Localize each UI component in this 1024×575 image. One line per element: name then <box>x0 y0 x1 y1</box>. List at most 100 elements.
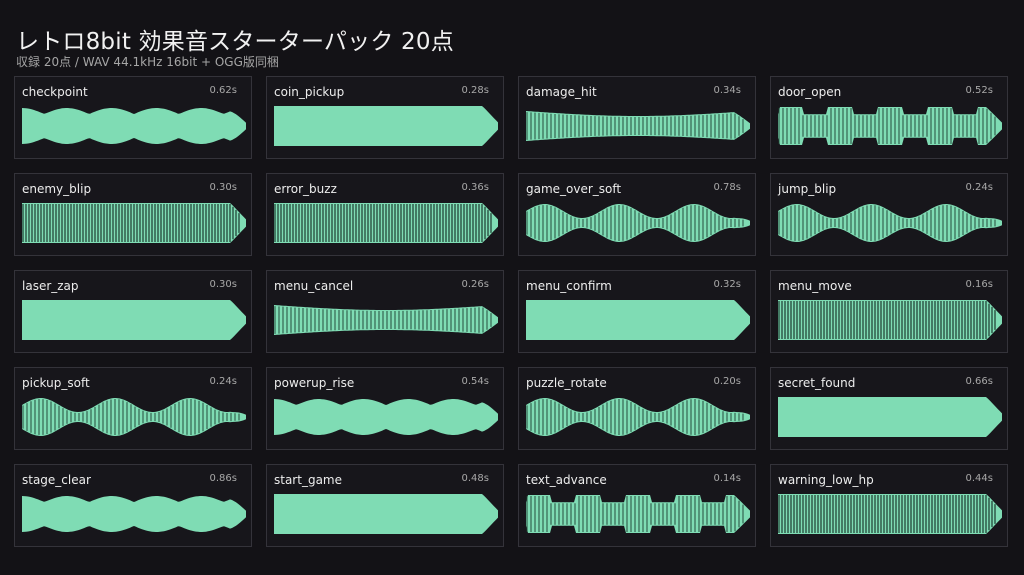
sound-card-start-game[interactable]: start_game 0.48s <box>266 464 504 547</box>
waveform-envelope <box>778 397 1002 437</box>
page-title: レトロ8bit 効果音スターターパック 20点 <box>16 29 454 55</box>
sound-name: warning_low_hp <box>778 473 874 487</box>
sound-name: coin_pickup <box>274 85 345 99</box>
sound-card-warning-low-hp[interactable]: warning_low_hp 0.44s <box>770 464 1008 547</box>
sound-card-damage-hit[interactable]: damage_hit 0.34s <box>518 76 756 159</box>
waveform <box>274 494 498 534</box>
sound-card-menu-move[interactable]: menu_move 0.16s <box>770 270 1008 353</box>
sound-name: menu_move <box>778 279 852 293</box>
sound-duration: 0.66s <box>965 376 993 387</box>
waveform <box>778 397 1002 437</box>
waveform <box>526 111 750 141</box>
waveform-stripes <box>526 496 744 532</box>
sound-card-menu-cancel[interactable]: menu_cancel 0.26s <box>266 270 504 353</box>
sound-name: menu_confirm <box>526 279 612 293</box>
sound-name: pickup_soft <box>22 376 90 390</box>
sound-name: error_buzz <box>274 182 337 196</box>
sound-duration: 0.34s <box>713 85 741 96</box>
sound-grid: checkpoint 0.62s coin_pickup 0.28s damag… <box>14 76 1010 551</box>
sound-card-stage-clear[interactable]: stage_clear 0.86s <box>14 464 252 547</box>
waveform <box>778 107 1002 145</box>
sound-card-laser-zap[interactable]: laser_zap 0.30s <box>14 270 252 353</box>
waveform-envelope <box>778 107 1002 145</box>
sound-name: laser_zap <box>22 279 79 293</box>
sound-duration: 0.20s <box>713 376 741 387</box>
sound-card-coin-pickup[interactable]: coin_pickup 0.28s <box>266 76 504 159</box>
sound-card-puzzle-rotate[interactable]: puzzle_rotate 0.20s <box>518 367 756 450</box>
sound-duration: 0.24s <box>965 182 993 193</box>
waveform-envelope <box>274 305 498 335</box>
waveform-envelope <box>22 398 246 436</box>
sound-card-checkpoint[interactable]: checkpoint 0.62s <box>14 76 252 159</box>
waveform <box>22 300 246 340</box>
waveform <box>526 300 750 340</box>
sound-duration: 0.28s <box>461 85 489 96</box>
sound-name: puzzle_rotate <box>526 376 607 390</box>
waveform <box>778 300 1002 340</box>
sound-name: door_open <box>778 85 842 99</box>
waveform-envelope <box>526 495 750 533</box>
waveform-envelope <box>526 398 750 436</box>
waveform <box>274 203 498 243</box>
sound-duration: 0.62s <box>209 85 237 96</box>
sound-duration: 0.14s <box>713 473 741 484</box>
sound-duration: 0.78s <box>713 182 741 193</box>
sound-duration: 0.30s <box>209 182 237 193</box>
waveform <box>526 204 750 242</box>
sound-duration: 0.26s <box>461 279 489 290</box>
waveform-stripes <box>778 108 996 144</box>
sound-card-text-advance[interactable]: text_advance 0.14s <box>518 464 756 547</box>
sound-card-jump-blip[interactable]: jump_blip 0.24s <box>770 173 1008 256</box>
sound-card-menu-confirm[interactable]: menu_confirm 0.32s <box>518 270 756 353</box>
sound-name: damage_hit <box>526 85 597 99</box>
sound-duration: 0.36s <box>461 182 489 193</box>
waveform <box>22 108 246 144</box>
sound-card-powerup-rise[interactable]: powerup_rise 0.54s <box>266 367 504 450</box>
sound-duration: 0.52s <box>965 85 993 96</box>
waveform <box>778 204 1002 242</box>
waveform <box>22 496 246 532</box>
waveform-envelope <box>22 300 246 340</box>
sound-duration: 0.32s <box>713 279 741 290</box>
sound-name: stage_clear <box>22 473 91 487</box>
sound-name: secret_found <box>778 376 856 390</box>
waveform <box>526 398 750 436</box>
waveform <box>274 305 498 335</box>
waveform <box>274 399 498 435</box>
waveform <box>22 203 246 243</box>
sound-card-secret-found[interactable]: secret_found 0.66s <box>770 367 1008 450</box>
sound-duration: 0.44s <box>965 473 993 484</box>
waveform-stripes <box>778 495 996 533</box>
waveform <box>274 106 498 146</box>
sound-name: game_over_soft <box>526 182 622 196</box>
sound-card-enemy-blip[interactable]: enemy_blip 0.30s <box>14 173 252 256</box>
waveform-envelope <box>22 108 246 144</box>
sound-name: checkpoint <box>22 85 88 99</box>
sound-card-pickup-soft[interactable]: pickup_soft 0.24s <box>14 367 252 450</box>
sound-name: start_game <box>274 473 342 487</box>
waveform-envelope <box>778 204 1002 242</box>
waveform <box>22 398 246 436</box>
sound-name: enemy_blip <box>22 182 92 196</box>
sound-duration: 0.30s <box>209 279 237 290</box>
sound-duration: 0.16s <box>965 279 993 290</box>
waveform-stripes <box>778 301 996 339</box>
sound-duration: 0.86s <box>209 473 237 484</box>
sound-card-door-open[interactable]: door_open 0.52s <box>770 76 1008 159</box>
waveform-envelope <box>274 494 498 534</box>
page-subtitle: 収録 20点 / WAV 44.1kHz 16bit + OGG版同梱 <box>16 55 279 69</box>
waveform-envelope <box>22 496 246 532</box>
waveform-envelope <box>274 106 498 146</box>
waveform-envelope <box>526 204 750 242</box>
sound-name: jump_blip <box>778 182 837 196</box>
sound-name: text_advance <box>526 473 607 487</box>
sound-name: powerup_rise <box>274 376 355 390</box>
sound-card-game-over-soft[interactable]: game_over_soft 0.78s <box>518 173 756 256</box>
waveform <box>778 494 1002 534</box>
sound-name: menu_cancel <box>274 279 354 293</box>
sound-duration: 0.54s <box>461 376 489 387</box>
waveform <box>526 495 750 533</box>
waveform-envelope <box>274 399 498 435</box>
sound-card-error-buzz[interactable]: error_buzz 0.36s <box>266 173 504 256</box>
sound-duration: 0.24s <box>209 376 237 387</box>
